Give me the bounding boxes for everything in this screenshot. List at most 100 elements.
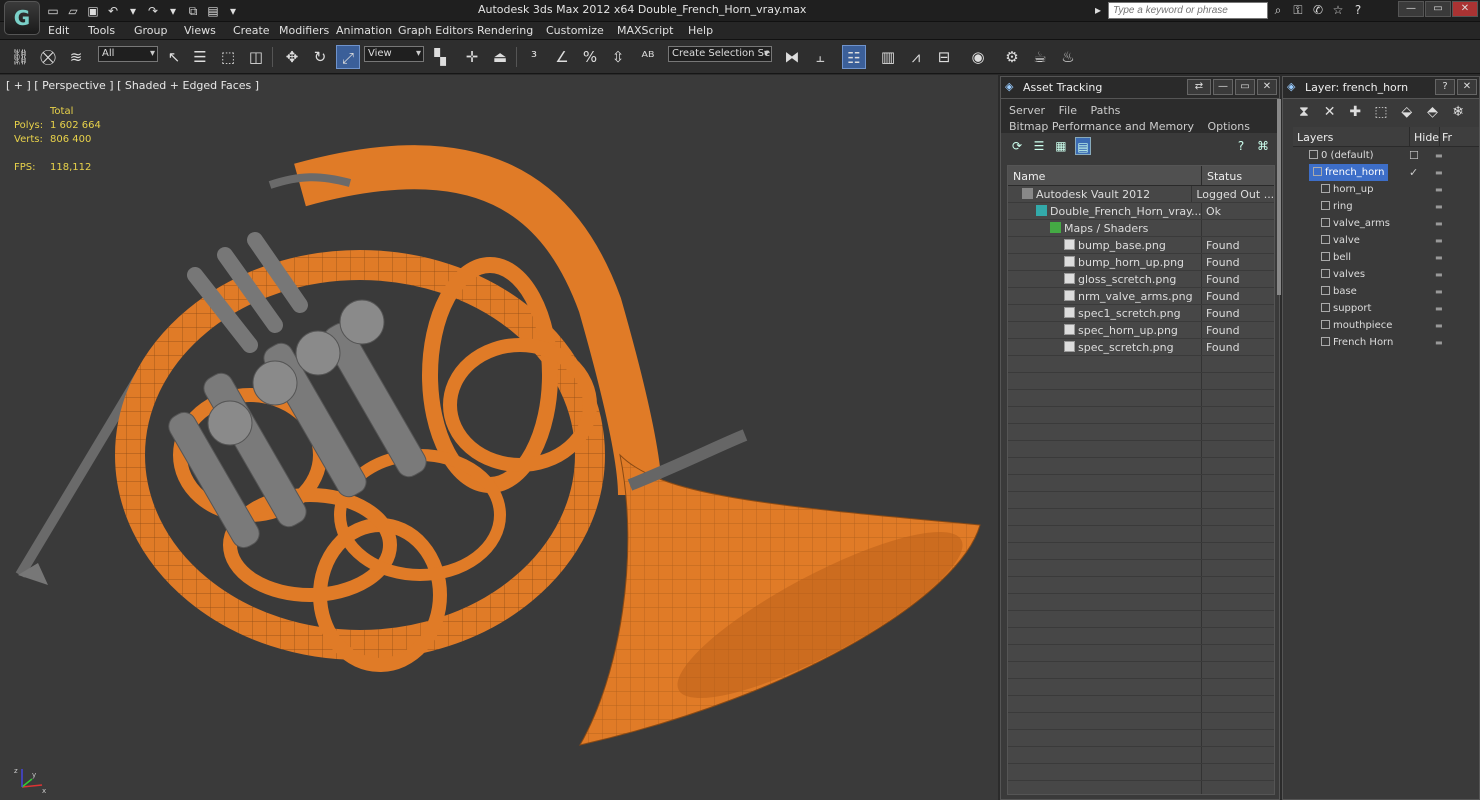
layer-item[interactable]: valve ▬: [1293, 232, 1479, 249]
align-icon[interactable]: ⫠: [808, 45, 832, 69]
refresh-icon[interactable]: ⟳: [1009, 137, 1025, 155]
select-and-link-icon[interactable]: ⛓: [8, 45, 32, 69]
asset-menu-bitmap-performance[interactable]: Bitmap Performance and Memory: [1009, 120, 1194, 133]
asset-scrollbar[interactable]: [1277, 99, 1281, 295]
undo-dropdown-icon[interactable]: ▾: [124, 3, 142, 19]
menu-tools[interactable]: Tools: [88, 24, 115, 37]
layer-column-hide[interactable]: Hide: [1409, 127, 1439, 146]
select-and-scale-icon[interactable]: ⤢: [336, 45, 360, 69]
rectangular-selection-icon[interactable]: ⬚: [216, 45, 240, 69]
material-editor-icon[interactable]: ◉: [966, 45, 990, 69]
unlink-icon[interactable]: ⛒: [36, 45, 60, 69]
delete-layer-icon[interactable]: ✕: [1321, 103, 1339, 121]
current-layer-checkbox[interactable]: ☐: [1409, 147, 1419, 164]
select-and-move-icon[interactable]: ✥: [280, 45, 304, 69]
spinner-snap-icon[interactable]: ⇳: [606, 45, 630, 69]
new-file-icon[interactable]: ▭: [44, 3, 62, 19]
minimize-button[interactable]: —: [1398, 1, 1424, 17]
layer-item[interactable]: mouthpiece ▬: [1293, 317, 1479, 334]
hide-toggle-icon[interactable]: ▬: [1435, 215, 1443, 232]
open-file-icon[interactable]: ▱: [64, 3, 82, 19]
menu-create[interactable]: Create: [233, 24, 270, 37]
reference-coordinate-dropdown[interactable]: View: [364, 46, 424, 62]
select-and-manipulate-icon[interactable]: ✛: [460, 45, 484, 69]
hide-toggle-icon[interactable]: ▬: [1435, 181, 1443, 198]
select-and-rotate-icon[interactable]: ↻: [308, 45, 332, 69]
hide-toggle-icon[interactable]: ▬: [1435, 198, 1443, 215]
layer-help-button[interactable]: ?: [1435, 79, 1455, 95]
bind-space-warp-icon[interactable]: ≋: [64, 45, 88, 69]
save-file-icon[interactable]: ▣: [84, 3, 102, 19]
layer-manager-icon[interactable]: ☷: [842, 45, 866, 69]
rendered-frame-window-icon[interactable]: ☕: [1028, 45, 1052, 69]
render-production-icon[interactable]: ♨: [1056, 45, 1080, 69]
hide-toggle-icon[interactable]: ▬: [1435, 317, 1443, 334]
layer-item[interactable]: french_horn ✓ ▬: [1293, 164, 1479, 181]
current-layer-checkbox[interactable]: ✓: [1409, 164, 1418, 181]
hide-toggle-icon[interactable]: ▬: [1435, 300, 1443, 317]
asset-whats-this-icon[interactable]: ⌘: [1255, 137, 1271, 155]
layer-item[interactable]: French Horn ▬: [1293, 334, 1479, 351]
select-by-name-icon[interactable]: ☰: [188, 45, 212, 69]
hold-icon[interactable]: ⧉: [184, 3, 202, 19]
asset-row[interactable]: gloss_scretch.png Found: [1008, 271, 1274, 288]
asset-tracking-dock-button[interactable]: ⇄: [1187, 79, 1211, 95]
layer-item[interactable]: support ▬: [1293, 300, 1479, 317]
menu-customize[interactable]: Customize: [546, 24, 604, 37]
list-view-icon[interactable]: ☰: [1031, 137, 1047, 155]
communication-icon[interactable]: ✆: [1308, 2, 1328, 19]
hide-toggle-icon[interactable]: ▬: [1435, 334, 1443, 351]
angle-snap-icon[interactable]: ∠: [550, 45, 574, 69]
subscription-icon[interactable]: ⚿: [1288, 2, 1308, 19]
menu-animation[interactable]: Animation: [336, 24, 392, 37]
menu-group[interactable]: Group: [134, 24, 168, 37]
percent-snap-icon[interactable]: %: [578, 45, 602, 69]
asset-row[interactable]: Double_French_Horn_vray.... Ok: [1008, 203, 1274, 220]
layer-close-button[interactable]: ✕: [1457, 79, 1477, 95]
layer-column-freeze[interactable]: Fr: [1439, 127, 1454, 146]
highlight-selected-icon[interactable]: ⬙: [1398, 103, 1416, 121]
asset-tracking-maximize-button[interactable]: ▭: [1235, 79, 1255, 95]
viewport-label[interactable]: [ + ] [ Perspective ] [ Shaded + Edged F…: [6, 79, 259, 92]
select-highlighted-icon[interactable]: ⬚: [1372, 103, 1390, 121]
asset-row[interactable]: Autodesk Vault 2012 Logged Out ...: [1008, 186, 1274, 203]
menu-views[interactable]: Views: [184, 24, 216, 37]
hide-toggle-icon[interactable]: ▬: [1435, 147, 1443, 164]
keyboard-shortcut-override-icon[interactable]: ⏏: [488, 45, 512, 69]
graphite-modeling-icon[interactable]: ▥: [876, 45, 900, 69]
asset-column-name[interactable]: Name: [1008, 166, 1202, 185]
perspective-viewport[interactable]: [ + ] [ Perspective ] [ Shaded + Edged F…: [0, 75, 998, 800]
app-logo-icon[interactable]: G: [4, 1, 40, 35]
menu-rendering[interactable]: Rendering: [477, 24, 533, 37]
asset-row[interactable]: spec_scretch.png Found: [1008, 339, 1274, 356]
add-to-layer-icon[interactable]: ✚: [1346, 103, 1364, 121]
layer-item[interactable]: horn_up ▬: [1293, 181, 1479, 198]
menu-graph-editors[interactable]: Graph Editors: [398, 24, 474, 37]
thumbnail-view-icon[interactable]: ▦: [1053, 137, 1069, 155]
named-selection-set-dropdown[interactable]: Create Selection Se: [668, 46, 772, 62]
layer-item[interactable]: bell ▬: [1293, 249, 1479, 266]
binoculars-icon[interactable]: ⌕: [1268, 2, 1288, 19]
undo-icon[interactable]: ↶: [104, 3, 122, 19]
maximize-button[interactable]: ▭: [1425, 1, 1451, 17]
menu-modifiers[interactable]: Modifiers: [279, 24, 329, 37]
asset-tracking-titlebar[interactable]: ◈ Asset Tracking ⇄ — ▭ ✕: [1001, 77, 1279, 99]
asset-tracking-close-button[interactable]: ✕: [1257, 79, 1277, 95]
asset-help-icon[interactable]: ?: [1233, 137, 1249, 155]
search-arrow-icon[interactable]: ▸: [1088, 2, 1108, 19]
menu-edit[interactable]: Edit: [48, 24, 69, 37]
edit-named-selection-icon[interactable]: ᴬᴮ: [636, 45, 660, 69]
snaps-toggle-icon[interactable]: ³: [522, 45, 546, 69]
asset-row[interactable]: Maps / Shaders: [1008, 220, 1274, 237]
asset-tracking-minimize-button[interactable]: —: [1213, 79, 1233, 95]
asset-menu-server[interactable]: Server: [1009, 104, 1045, 117]
table-view-icon[interactable]: ▤: [1074, 137, 1092, 155]
menu-help[interactable]: Help: [688, 24, 713, 37]
asset-menu-options[interactable]: Options: [1207, 120, 1249, 133]
layer-item[interactable]: valve_arms ▬: [1293, 215, 1479, 232]
freeze-all-icon[interactable]: ❄: [1449, 103, 1467, 121]
help-icon[interactable]: ?: [1348, 2, 1368, 19]
asset-menu-paths[interactable]: Paths: [1091, 104, 1121, 117]
hide-toggle-icon[interactable]: ▬: [1435, 232, 1443, 249]
select-object-icon[interactable]: ↖: [162, 45, 186, 69]
